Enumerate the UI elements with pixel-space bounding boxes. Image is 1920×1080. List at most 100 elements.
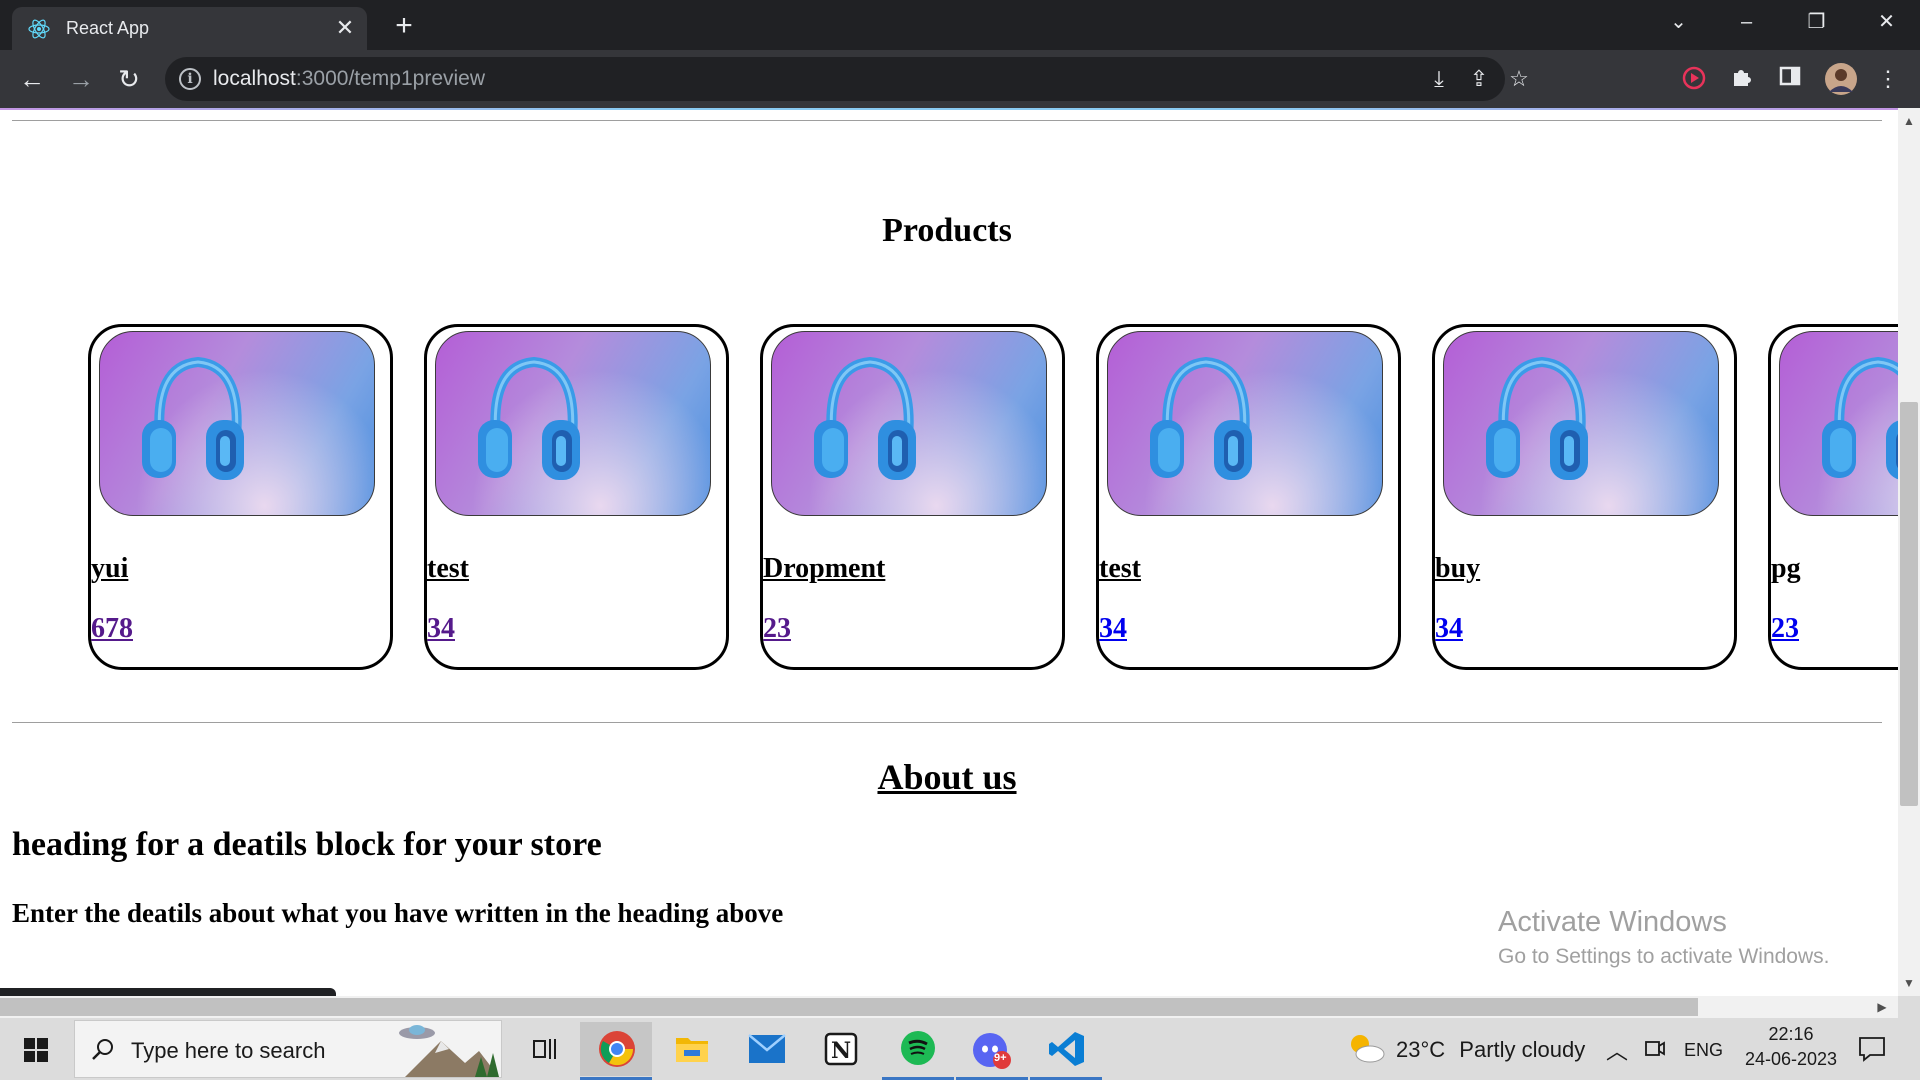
extensions-puzzle-icon[interactable] xyxy=(1728,65,1756,93)
product-card[interactable]: test 34 xyxy=(424,324,729,670)
chrome-icon xyxy=(599,1031,635,1067)
product-image[interactable] xyxy=(435,331,711,516)
product-price[interactable]: 34 xyxy=(427,613,455,645)
weather-partly-cloudy-icon[interactable] xyxy=(1346,1030,1386,1066)
headphones-icon xyxy=(1822,356,1898,480)
activate-windows-watermark: Activate Windows Go to Settings to activ… xyxy=(1498,906,1830,969)
taskbar-chrome[interactable] xyxy=(580,1022,652,1080)
headphones-icon xyxy=(1150,356,1252,480)
product-card[interactable]: buy 34 xyxy=(1432,324,1737,670)
language-indicator[interactable]: ENG xyxy=(1684,1040,1723,1061)
minimize-button[interactable]: – xyxy=(1718,0,1775,44)
scroll-up-arrow-icon[interactable]: ▲ xyxy=(1898,110,1920,132)
clock-date: 24-06-2023 xyxy=(1744,1049,1838,1069)
spotify-icon xyxy=(901,1031,935,1065)
details-heading: heading for a deatils block for your sto… xyxy=(12,826,602,863)
svg-text:N: N xyxy=(831,1038,851,1064)
windows-logo-icon xyxy=(24,1038,48,1062)
browser-title-bar: React App ✕ + ⌄ – ❐ ✕ xyxy=(0,0,1920,50)
extension-record-icon[interactable] xyxy=(1680,65,1708,93)
product-name[interactable]: Dropment xyxy=(763,553,885,585)
product-name[interactable]: pg xyxy=(1771,553,1801,585)
clock[interactable]: 22:16 24-06-2023 xyxy=(1736,1024,1846,1070)
divider-middle xyxy=(12,722,1882,723)
navbar-bottom-edge xyxy=(0,108,1898,110)
taskbar-vscode[interactable] xyxy=(1030,1022,1102,1080)
details-text: Enter the deatils about what you have wr… xyxy=(12,898,784,928)
site-info-icon[interactable]: i xyxy=(179,68,201,90)
vscode-icon xyxy=(1049,1032,1084,1066)
product-image[interactable] xyxy=(771,331,1047,516)
close-window-button[interactable]: ✕ xyxy=(1858,0,1915,44)
task-view-button[interactable] xyxy=(508,1022,580,1076)
weather-temp: 23°C xyxy=(1396,1037,1446,1062)
windows-taskbar: Type here to search N 9+ 23°C Partly clo… xyxy=(0,1018,1920,1080)
weather-widget[interactable]: 23°C Partly cloudy xyxy=(1396,1037,1585,1063)
profile-avatar[interactable] xyxy=(1824,62,1858,96)
taskbar-file-explorer[interactable] xyxy=(656,1022,728,1076)
product-name[interactable]: buy xyxy=(1435,553,1480,585)
weather-description: Partly cloudy xyxy=(1459,1037,1586,1062)
restore-button[interactable]: ❐ xyxy=(1788,0,1845,44)
product-image[interactable] xyxy=(1779,331,1898,516)
product-price[interactable]: 34 xyxy=(1099,613,1127,645)
scrollbar-corner xyxy=(1898,996,1920,1018)
taskbar-spotify[interactable] xyxy=(882,1022,954,1080)
close-tab-icon[interactable]: ✕ xyxy=(333,16,357,40)
react-icon xyxy=(28,19,50,39)
taskbar-search[interactable]: Type here to search xyxy=(74,1020,502,1078)
scroll-right-arrow-icon[interactable]: ▶ xyxy=(1871,996,1893,1018)
headphones-icon xyxy=(814,356,916,480)
about-us-heading[interactable]: About us xyxy=(0,756,1894,798)
watermark-subtitle: Go to Settings to activate Windows. xyxy=(1498,945,1830,968)
search-placeholder: Type here to search xyxy=(131,1038,326,1063)
product-price[interactable]: 678 xyxy=(91,613,133,645)
notifications-icon[interactable] xyxy=(1858,1036,1886,1062)
new-tab-button[interactable]: + xyxy=(388,11,420,43)
show-hidden-icons-chevron-icon[interactable]: ︿ xyxy=(1606,1034,1628,1066)
product-name[interactable]: test xyxy=(427,553,469,585)
horizontal-scroll-thumb[interactable] xyxy=(0,998,1698,1016)
product-price[interactable]: 23 xyxy=(763,613,791,645)
product-card[interactable]: pg 23 xyxy=(1768,324,1898,670)
address-bar[interactable]: i localhost:3000/temp1preview ⤓ ⇪ ☆ xyxy=(165,57,1529,101)
product-name[interactable]: test xyxy=(1099,553,1141,585)
url-text[interactable]: localhost:3000/temp1preview xyxy=(213,67,485,91)
product-image[interactable] xyxy=(1443,331,1719,516)
mail-icon xyxy=(748,1034,786,1063)
start-button[interactable] xyxy=(0,1018,72,1080)
divider-top xyxy=(12,120,1882,121)
browser-tab[interactable]: React App ✕ xyxy=(12,7,367,50)
products-heading: Products xyxy=(882,212,1012,249)
tab-search-icon[interactable]: ⌄ xyxy=(1650,0,1707,44)
taskbar-mail[interactable] xyxy=(730,1022,802,1076)
product-price[interactable]: 34 xyxy=(1435,613,1463,645)
meet-now-icon[interactable] xyxy=(1644,1038,1666,1060)
discord-icon xyxy=(973,1033,1011,1069)
side-panel-icon[interactable] xyxy=(1776,65,1804,93)
forward-button[interactable]: → xyxy=(64,62,98,96)
taskbar-notion[interactable]: N xyxy=(806,1022,878,1076)
task-view-icon xyxy=(533,1039,556,1059)
vertical-scroll-thumb[interactable] xyxy=(1900,402,1918,806)
browser-menu-icon[interactable]: ⋮ xyxy=(1874,65,1902,93)
product-price[interactable]: 23 xyxy=(1771,613,1799,645)
reload-button[interactable]: ↻ xyxy=(112,62,146,96)
back-button[interactable]: ← xyxy=(15,62,49,96)
product-card[interactable]: Dropment 23 xyxy=(760,324,1065,670)
headphones-icon xyxy=(142,356,244,480)
install-app-icon[interactable]: ⤓ xyxy=(1425,65,1453,93)
scroll-down-arrow-icon[interactable]: ▼ xyxy=(1898,972,1920,994)
product-name[interactable]: yui xyxy=(91,553,128,585)
url-host: localhost xyxy=(213,67,296,90)
product-image[interactable] xyxy=(99,331,375,516)
notion-icon: N xyxy=(824,1032,858,1066)
search-highlight-illustration-icon xyxy=(399,1025,499,1077)
product-card[interactable]: test 34 xyxy=(1096,324,1401,670)
product-image[interactable] xyxy=(1107,331,1383,516)
share-icon[interactable]: ⇪ xyxy=(1465,65,1493,93)
browser-toolbar: ← → ↻ i localhost:3000/temp1preview ⤓ ⇪ … xyxy=(0,50,1920,108)
product-card[interactable]: yui 678 xyxy=(88,324,393,670)
bookmark-star-icon[interactable]: ☆ xyxy=(1505,65,1533,93)
taskbar-discord[interactable]: 9+ xyxy=(956,1022,1028,1080)
